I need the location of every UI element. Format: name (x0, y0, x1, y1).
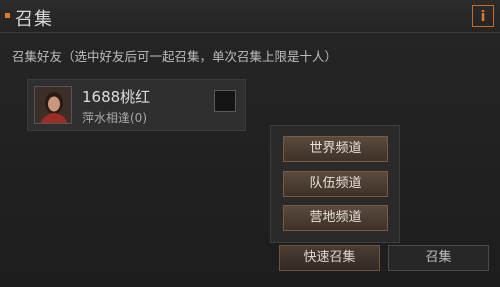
friend-select-checkbox[interactable] (214, 90, 236, 112)
world-channel-button[interactable]: 世界频道 (283, 136, 388, 162)
quick-summon-button[interactable]: 快速召集 (279, 245, 380, 271)
title-marker-icon (5, 13, 10, 18)
team-channel-button[interactable]: 队伍频道 (283, 171, 388, 197)
camp-channel-button[interactable]: 营地频道 (283, 205, 388, 231)
channel-popup: 世界频道 队伍频道 营地频道 (270, 125, 400, 243)
avatar (34, 86, 72, 124)
info-button[interactable]: i (472, 5, 494, 27)
friend-name: 1688桃红 (82, 88, 151, 106)
summon-button[interactable]: 召集 (388, 245, 489, 271)
friend-card[interactable]: 1688桃红 萍水相逢(0) (27, 79, 246, 131)
title-bar: 召集 i (0, 0, 500, 33)
panel-title: 召集 (15, 9, 53, 30)
summon-friends-subtitle: 召集好友（选中好友后可一起召集，单次召集上限是十人） (12, 49, 338, 64)
friend-status: 萍水相逢(0) (82, 111, 147, 125)
summon-panel: 召集 i 召集好友（选中好友后可一起召集，单次召集上限是十人） 1688桃红 萍… (0, 0, 500, 287)
